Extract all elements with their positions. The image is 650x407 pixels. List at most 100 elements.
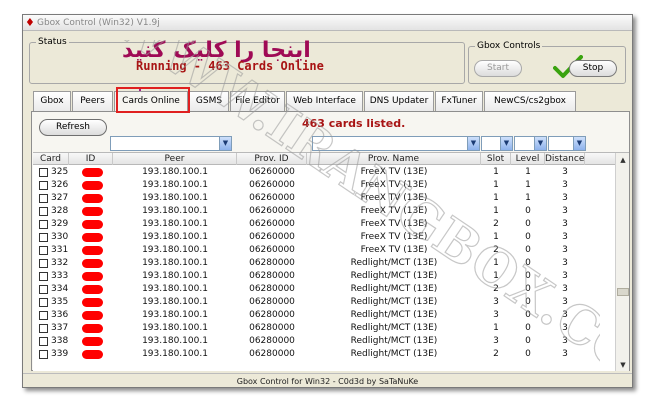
table-row[interactable]: 336 193.180.100.1 06280000 Redlight/MCT (13… [33,309,615,322]
card-checkbox[interactable] [39,220,48,229]
tab-newcs-cs2gbox[interactable]: NewCS/cs2gbox [484,91,576,111]
peer-cell: 193.180.100.1 [142,167,208,177]
card-cell: 329 [51,219,69,229]
cards-online-panel: Refresh 463 cards listed. ▼ ▼ ▼ ▼ ▼ Card… [31,111,630,371]
distance-cell: 3 [562,336,568,346]
column-header-card[interactable]: Card [33,153,69,165]
slot-cell: 3 [493,297,499,307]
prov-name-cell: Redlight/MCT (13E) [350,323,438,333]
card-checkbox[interactable] [39,259,48,268]
start-button[interactable]: Start [474,60,522,77]
id-redaction-mark [82,233,103,242]
column-header-prov-id[interactable]: Prov. ID [237,153,307,165]
tab-gbox[interactable]: Gbox [33,91,71,111]
table-row[interactable]: 326 193.180.100.1 06260000 FreeX TV (13E) 1 1… [33,179,615,192]
card-checkbox[interactable] [39,298,48,307]
table-row[interactable]: 329 193.180.100.1 06260000 FreeX TV (13E) 2 0… [33,218,615,231]
tab-file-editor[interactable]: File Editor [230,91,285,111]
tab-gsms[interactable]: GSMS [189,91,229,111]
id-redaction-mark [82,350,103,359]
refresh-button[interactable]: Refresh [39,119,107,136]
column-header-prov-name[interactable]: Prov. Name [307,153,481,165]
prov-id-cell: 06260000 [249,232,295,242]
tab-peers[interactable]: Peers [72,91,113,111]
card-cell: 334 [51,284,69,294]
peer-cell: 193.180.100.1 [142,245,208,255]
table-row[interactable]: 338 193.180.100.1 06280000 Redlight/MCT (13… [33,335,615,348]
prov-name-filter-dropdown[interactable]: ▼ [312,136,480,151]
scrollbar-thumb[interactable] [617,288,629,296]
table-row[interactable]: 331 193.180.100.1 06260000 FreeX TV (13E) 2 0… [33,244,615,257]
scroll-up-icon[interactable]: ▲ [617,154,629,166]
level-cell: 0 [525,232,531,242]
column-header-level[interactable]: Level [511,153,545,165]
peer-cell: 193.180.100.1 [142,297,208,307]
column-header-distance[interactable]: Distance [545,153,585,165]
table-row[interactable]: 335 193.180.100.1 06280000 Redlight/MCT (13… [33,296,615,309]
card-cell: 339 [51,349,69,359]
card-checkbox[interactable] [39,207,48,216]
prov-id-cell: 06280000 [249,297,295,307]
distance-cell: 3 [562,323,568,333]
column-header-peer[interactable]: Peer [113,153,237,165]
stop-button[interactable]: Stop [569,60,617,77]
card-checkbox[interactable] [39,285,48,294]
tab-fxtuner[interactable]: FxTuner [435,91,483,111]
id-redaction-mark [82,194,103,203]
status-groupbox: Status اینجا را کلیک کنید Running - 463 … [29,36,465,114]
distance-cell: 3 [562,219,568,229]
card-checkbox[interactable] [39,324,48,333]
card-cell: 325 [51,167,69,177]
peer-cell: 193.180.100.1 [142,258,208,268]
id-redaction-mark [82,337,103,346]
gbox-app-icon: ♦ [25,16,35,29]
tab-web-interface[interactable]: Web Interface [286,91,363,111]
slot-cell: 3 [493,336,499,346]
peer-cell: 193.180.100.1 [142,310,208,320]
level-filter-dropdown[interactable]: ▼ [514,136,547,151]
window-title: Gbox Control (Win32) V1.9j [37,18,160,28]
dropdown-arrow-icon: ▼ [573,137,585,150]
slot-cell: 1 [493,323,499,333]
column-header-slot[interactable]: Slot [481,153,511,165]
vertical-scrollbar[interactable]: ▲ ▼ [615,153,629,371]
tab-dns-updater[interactable]: DNS Updater [364,91,434,111]
table-row[interactable]: 328 193.180.100.1 06260000 FreeX TV (13E) 1 0… [33,205,615,218]
column-header-id[interactable]: ID [69,153,113,165]
slot-cell: 1 [493,232,499,242]
table-row[interactable]: 330 193.180.100.1 06260000 FreeX TV (13E) 1 0… [33,231,615,244]
table-row[interactable]: 333 193.180.100.1 06280000 Redlight/MCT (13… [33,270,615,283]
table-row[interactable]: 332 193.180.100.1 06280000 Redlight/MCT (13… [33,257,615,270]
prov-name-cell: Redlight/MCT (13E) [350,284,438,294]
table-row[interactable]: 325 193.180.100.1 06260000 FreeX TV (13E) 1 1… [33,166,615,179]
card-checkbox[interactable] [39,194,48,203]
slot-cell: 1 [493,193,499,203]
distance-filter-dropdown[interactable]: ▼ [548,136,586,151]
slot-cell: 1 [493,180,499,190]
table-row[interactable]: 337 193.180.100.1 06280000 Redlight/MCT (13… [33,322,615,335]
tab-cards-online[interactable]: Cards Online [114,91,188,111]
card-checkbox[interactable] [39,337,48,346]
prov-id-cell: 06260000 [249,193,295,203]
card-checkbox[interactable] [39,168,48,177]
id-redaction-mark [82,246,103,255]
title-bar: ♦ Gbox Control (Win32) V1.9j [23,15,632,31]
level-cell: 0 [525,310,531,320]
table-row[interactable]: 327 193.180.100.1 06260000 FreeX TV (13E) 1 1… [33,192,615,205]
table-row[interactable]: 334 193.180.100.1 06280000 Redlight/MCT (13… [33,283,615,296]
card-cell: 331 [51,245,69,255]
scroll-down-icon[interactable]: ▼ [617,359,629,371]
cards-listed-count: 463 cards listed. [302,117,406,130]
card-checkbox[interactable] [39,272,48,281]
card-checkbox[interactable] [39,311,48,320]
slot-filter-dropdown[interactable]: ▼ [481,136,513,151]
card-checkbox[interactable] [39,181,48,190]
card-checkbox[interactable] [39,246,48,255]
distance-cell: 3 [562,167,568,177]
peer-filter-dropdown[interactable]: ▼ [110,136,232,151]
card-checkbox[interactable] [39,233,48,242]
id-redaction-mark [82,168,103,177]
card-checkbox[interactable] [39,350,48,359]
table-row[interactable]: 339 193.180.100.1 06280000 Redlight/MCT (13… [33,348,615,361]
distance-cell: 3 [562,206,568,216]
